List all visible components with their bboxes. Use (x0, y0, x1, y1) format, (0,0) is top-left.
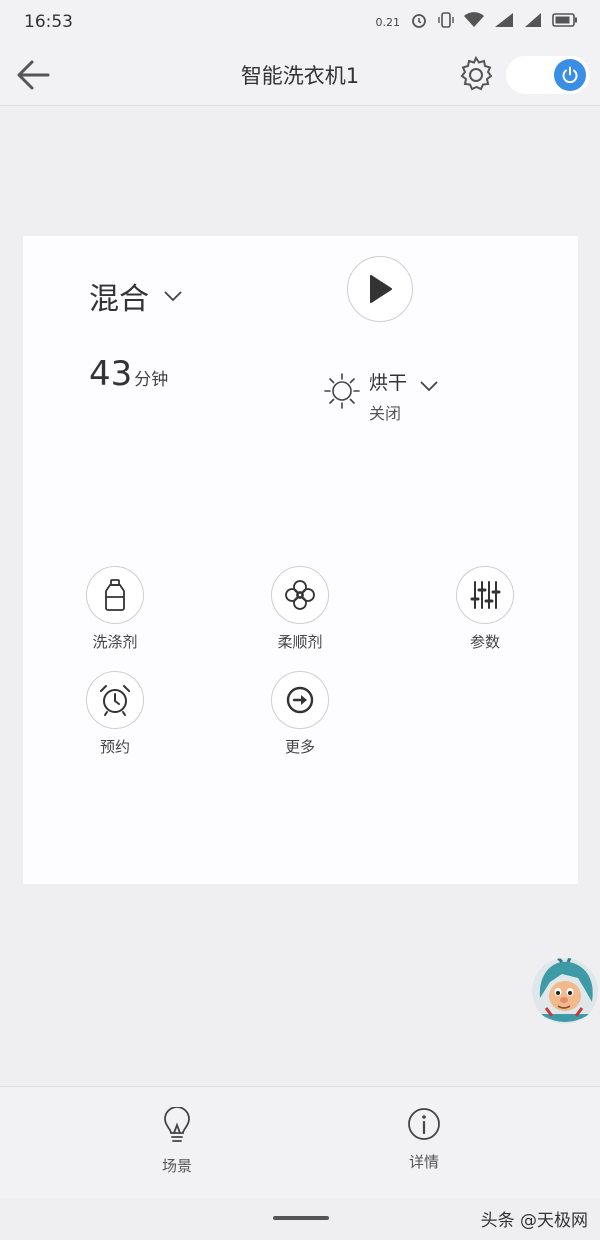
parameters-button[interactable]: 参数 (445, 566, 525, 652)
time-value: 43 (89, 354, 133, 394)
home-indicator[interactable] (273, 1216, 329, 1220)
mode-label: 混合 (89, 282, 149, 317)
settings-button[interactable] (456, 55, 496, 95)
schedule-label: 预约 (99, 738, 130, 756)
arrow-right-circle-icon (286, 686, 314, 714)
more-circle (271, 671, 329, 729)
assistant-avatar[interactable] (532, 958, 598, 1024)
more-label: 更多 (284, 738, 315, 756)
battery-icon (552, 13, 578, 31)
power-knob (554, 59, 586, 91)
start-button[interactable] (347, 256, 413, 322)
softener-label: 柔顺剂 (277, 633, 323, 651)
data-speed-icon: 0.21 (375, 15, 401, 29)
detergent-circle (86, 566, 144, 624)
alarm-clock-icon (100, 685, 130, 716)
cartoon-character-avatar (532, 958, 598, 1024)
details-tab[interactable]: 详情 (384, 1107, 464, 1172)
gear-icon (460, 55, 493, 91)
signal-icon (494, 12, 514, 32)
power-icon (562, 66, 578, 84)
detergent-button[interactable]: 洗涤剂 (75, 566, 155, 652)
time-unit: 分钟 (134, 370, 169, 390)
power-toggle[interactable] (506, 56, 590, 94)
remaining-time: 43 分钟 (89, 354, 168, 394)
sliders-icon (470, 581, 501, 609)
details-label: 详情 (408, 1153, 439, 1171)
parameters-label: 参数 (469, 633, 500, 651)
detergent-bottle-icon (105, 579, 125, 611)
more-button[interactable]: 更多 (260, 671, 340, 757)
alarm-icon (410, 11, 428, 33)
chevron-down-icon (420, 381, 438, 392)
control-card: 混合 43 分钟 烘干 关闭 洗涤剂 柔顺剂 参数 预约 更多 (23, 236, 578, 884)
bottom-nav: 场景 详情 (0, 1086, 600, 1198)
watermark: 头条 @天极网 (480, 1211, 588, 1231)
wifi-icon (464, 12, 484, 32)
vibrate-icon (438, 11, 454, 33)
sun-icon (324, 373, 360, 409)
softener-flower-icon (285, 580, 315, 610)
status-time: 16:53 (24, 12, 73, 32)
signal-icon-2 (524, 12, 542, 32)
dry-texts: 烘干 关闭 (369, 372, 407, 424)
parameters-circle (456, 566, 514, 624)
softener-circle (271, 566, 329, 624)
nav-bar: 智能洗衣机1 (0, 44, 600, 106)
dry-option[interactable]: 烘干 关闭 (323, 372, 439, 424)
softener-button[interactable]: 柔顺剂 (260, 566, 340, 652)
play-icon (370, 275, 392, 303)
dry-status: 关闭 (369, 404, 402, 423)
scene-tab[interactable]: 场景 (137, 1106, 217, 1176)
mode-select[interactable]: 混合 (89, 274, 183, 318)
status-bar: 16:53 0.21 (0, 0, 600, 44)
chevron-down-icon (164, 291, 182, 302)
detergent-label: 洗涤剂 (92, 633, 138, 651)
lightbulb-icon (164, 1106, 190, 1142)
info-icon (408, 1108, 440, 1140)
status-icons: 0.21 (376, 11, 579, 33)
dry-label: 烘干 (369, 372, 408, 394)
scene-label: 场景 (161, 1157, 192, 1175)
schedule-button[interactable]: 预约 (75, 671, 155, 757)
schedule-circle (86, 671, 144, 729)
